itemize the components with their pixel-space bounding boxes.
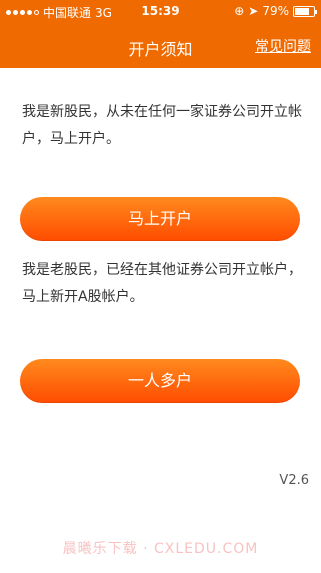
open-account-now-button[interactable]: 马上开户: [20, 197, 300, 241]
status-bar: 中国联通 3G 15:39 ⊕ ➤ 79%: [0, 0, 321, 24]
existing-investor-description: 我是老股民，已经在其他证券公司开立帐户，马上新开A股帐户。: [22, 262, 302, 305]
new-investor-description: 我是新股民，从未在任何一家证券公司开立帐户，马上开户。: [22, 104, 302, 147]
location-icon: ➤: [248, 4, 259, 18]
multiple-accounts-button[interactable]: 一人多户: [20, 359, 300, 403]
watermark: 晨曦乐下载 · CXLEDU.COM: [62, 541, 259, 557]
battery-percent: 79%: [262, 4, 289, 18]
rotation-lock-icon: ⊕: [234, 4, 245, 18]
version-label: V2.6: [279, 473, 309, 488]
navigation-bar: 开户须知 常见问题: [0, 24, 321, 68]
battery-icon: [293, 5, 317, 17]
faq-link[interactable]: 常见问题: [255, 36, 311, 56]
status-right: ⊕ ➤ 79%: [234, 4, 317, 18]
